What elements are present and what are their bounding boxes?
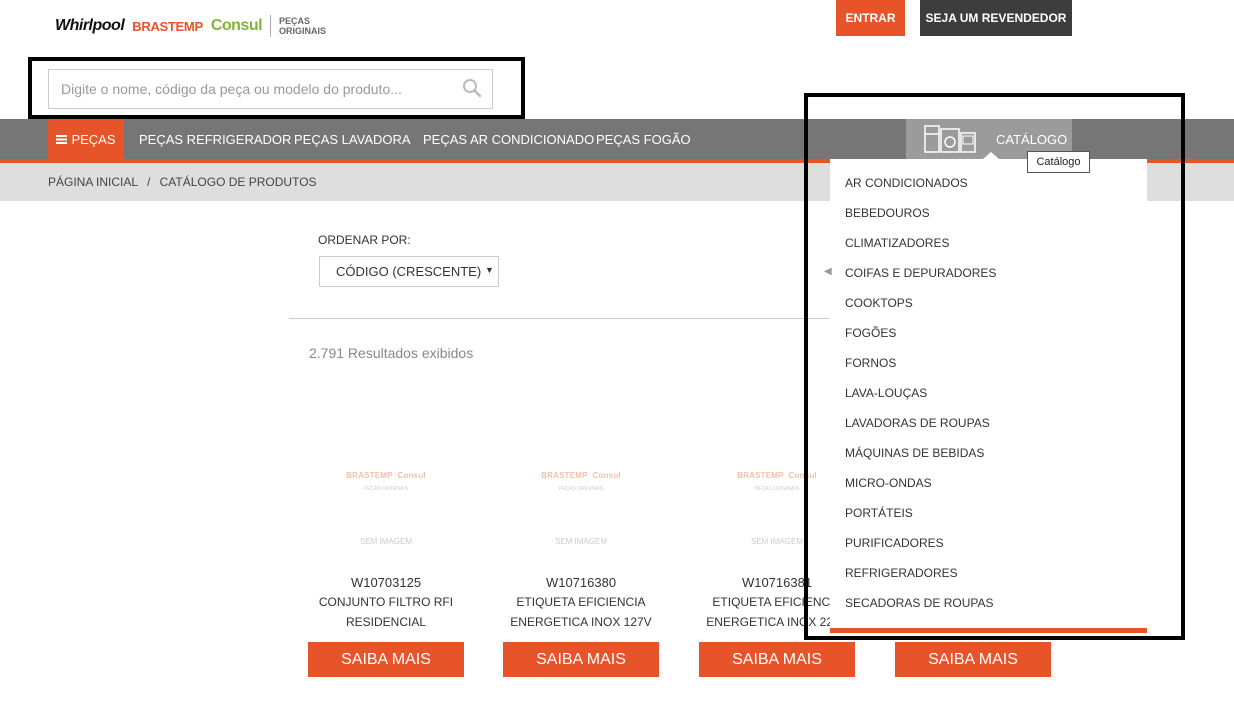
product-code[interactable]: W10716380 xyxy=(503,575,659,590)
breadcrumb-separator: / xyxy=(146,175,151,189)
dropdown-arrow-icon: ▼ xyxy=(485,265,494,275)
product-code[interactable]: W10703125 xyxy=(308,575,464,590)
placeholder-sub: PEÇAS ORIGINAIS xyxy=(363,486,409,492)
results-count: 2.791 Resultados exibidos xyxy=(309,345,474,361)
nav-pecas-menu[interactable]: PEÇAS xyxy=(48,119,124,160)
nav-item-ar-condicionado[interactable]: PEÇAS AR CONDICIONADO xyxy=(423,119,594,159)
logo-separator xyxy=(270,15,272,37)
pecas-logo-line1: PEÇAS xyxy=(279,16,311,26)
placeholder-sub: PEÇAS ORIGINAIS xyxy=(558,486,604,492)
placeholder-logo: BRASTEMP Consul xyxy=(308,471,464,480)
brastemp-logo: BRASTEMP xyxy=(132,18,203,34)
product-name-line2: ENERGETICA INOX 127V xyxy=(510,615,652,629)
placeholder-brand1: BRASTEMP xyxy=(346,471,393,480)
nav-item-refrigerador[interactable]: PEÇAS REFRIGERADOR xyxy=(139,119,291,159)
placeholder-brand1: BRASTEMP xyxy=(737,471,784,480)
no-image-text: SEM IMAGEM xyxy=(359,537,412,546)
breadcrumb-home[interactable]: PÁGINA INICIAL xyxy=(48,175,138,189)
sort-label: ORDENAR POR: xyxy=(318,233,411,247)
product-card[interactable]: BRASTEMP Consul PEÇAS ORIGINAIS SEM IMAG… xyxy=(503,471,659,632)
placeholder-brand2: Consul xyxy=(592,471,621,480)
breadcrumb-current: CATÁLOGO DE PRODUTOS xyxy=(159,175,317,189)
saiba-mais-button[interactable]: SAIBA MAIS xyxy=(308,642,464,677)
placeholder-logo: BRASTEMP Consul xyxy=(503,471,659,480)
placeholder-brand1: BRASTEMP xyxy=(541,471,588,480)
login-button[interactable]: ENTRAR xyxy=(836,0,905,36)
whirlpool-logo: Whirlpool xyxy=(55,17,125,34)
product-name-line1: ETIQUETA EFICIENCIA xyxy=(516,595,646,609)
reseller-button[interactable]: SEJA UM REVENDEDOR xyxy=(920,0,1072,36)
product-card[interactable]: BRASTEMP Consul PEÇAS ORIGINAIS SEM IMAG… xyxy=(308,471,464,632)
hamburger-icon xyxy=(56,135,68,144)
search-box[interactable] xyxy=(48,69,493,109)
pecas-logo-line2: ORIGINAIS xyxy=(279,26,327,36)
sort-selected-value: CÓDIGO (CRESCENTE) xyxy=(336,264,482,279)
nav-item-fogao[interactable]: PEÇAS FOGÃO xyxy=(596,119,691,159)
product-name[interactable]: ETIQUETA EFICIENCIA ENERGETICA INOX 127V xyxy=(503,592,659,632)
product-name-line1: CONJUNTO FILTRO RFI xyxy=(318,595,454,609)
sort-select[interactable]: CÓDIGO (CRESCENTE) xyxy=(319,256,499,287)
catalog-highlight-frame xyxy=(804,93,1185,640)
search-icon[interactable] xyxy=(462,78,482,98)
results-divider xyxy=(289,318,849,319)
product-name-line2: RESIDENCIAL xyxy=(345,615,427,629)
no-image-text: SEM IMAGEM xyxy=(554,537,607,546)
search-input[interactable] xyxy=(61,81,451,97)
saiba-mais-button[interactable]: SAIBA MAIS xyxy=(503,642,659,677)
nav-item-lavadora[interactable]: PEÇAS LAVADORA xyxy=(294,119,411,159)
saiba-mais-button[interactable]: SAIBA MAIS xyxy=(699,642,855,677)
pecas-originais-logo: PEÇAS ORIGINAIS xyxy=(279,16,326,36)
brand-logos[interactable]: Whirlpool BRASTEMP Consul PEÇAS ORIGINAI… xyxy=(55,14,326,38)
nav-pecas-label: PEÇAS xyxy=(71,132,116,147)
breadcrumb: PÁGINA INICIAL / CATÁLOGO DE PRODUTOS xyxy=(48,175,317,189)
placeholder-brand2: Consul xyxy=(397,471,426,480)
saiba-mais-button[interactable]: SAIBA MAIS xyxy=(895,642,1051,677)
product-name[interactable]: CONJUNTO FILTRO RFI RESIDENCIAL xyxy=(308,592,464,632)
consul-logo: Consul xyxy=(210,17,263,34)
